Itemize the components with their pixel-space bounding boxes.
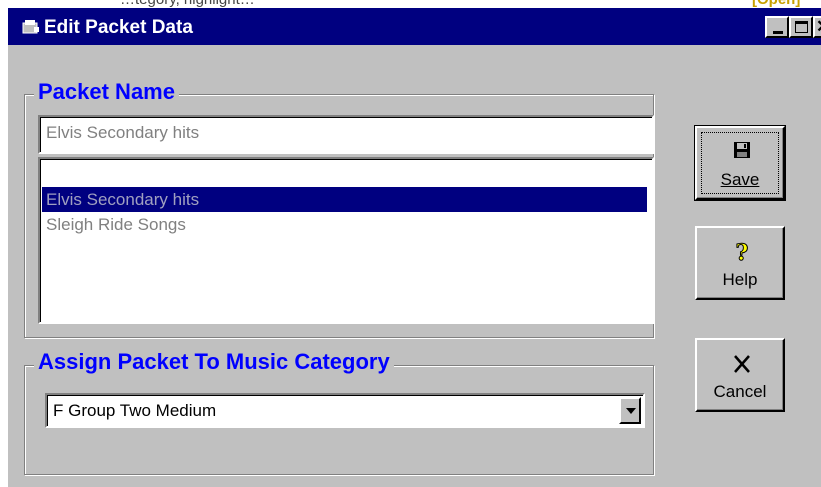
packet-name-input[interactable]: Elvis Secondary hits [38,115,654,154]
save-button-label: Save [720,170,760,189]
dropdown-button[interactable] [619,397,641,424]
list-item-empty[interactable] [42,162,647,187]
music-category-value: F Group Two Medium [53,401,217,420]
packet-name-legend: Packet Name [34,79,179,105]
minimize-button[interactable] [765,16,789,38]
list-item-elvis-secondary-hits[interactable]: Elvis Secondary hits [42,187,647,212]
packet-name-input-value: Elvis Secondary hits [46,123,200,142]
save-button[interactable]: Save [694,125,786,201]
background-open-label: [Open] [752,0,800,8]
title-bar[interactable]: Edit Packet Data ✕ [8,8,821,45]
list-item-sleigh-ride-songs[interactable]: Sleigh Ride Songs [42,212,647,237]
edit-packet-dialog: Edit Packet Data ✕ Packet Name Elvis Sec… [8,8,821,487]
category-legend: Assign Packet To Music Category [34,349,394,375]
background-window-strip: …tegory, highlight… [Open] [0,0,821,8]
minimize-icon [773,31,783,34]
floppy-disk-icon [734,142,750,158]
help-button-label: Help [722,270,758,289]
help-button[interactable]: ? Help [695,226,785,300]
cancel-button[interactable]: Cancel [695,338,785,412]
window-title: Edit Packet Data [44,17,193,38]
close-icon: ✕ [816,18,821,36]
packet-list[interactable]: Elvis Secondary hits Sleigh Ride Songs [38,157,654,324]
close-x-icon [734,355,750,373]
question-mark-icon: ? [735,240,749,266]
close-button[interactable]: ✕ [813,16,821,38]
chevron-down-icon [626,408,636,414]
app-icon [22,20,39,34]
music-category-dropdown[interactable]: F Group Two Medium [45,393,645,428]
svg-text:?: ? [736,240,749,266]
maximize-button[interactable] [789,16,813,38]
background-text: …tegory, highlight… [120,0,255,8]
maximize-icon [795,21,808,33]
cancel-button-label: Cancel [713,382,767,401]
